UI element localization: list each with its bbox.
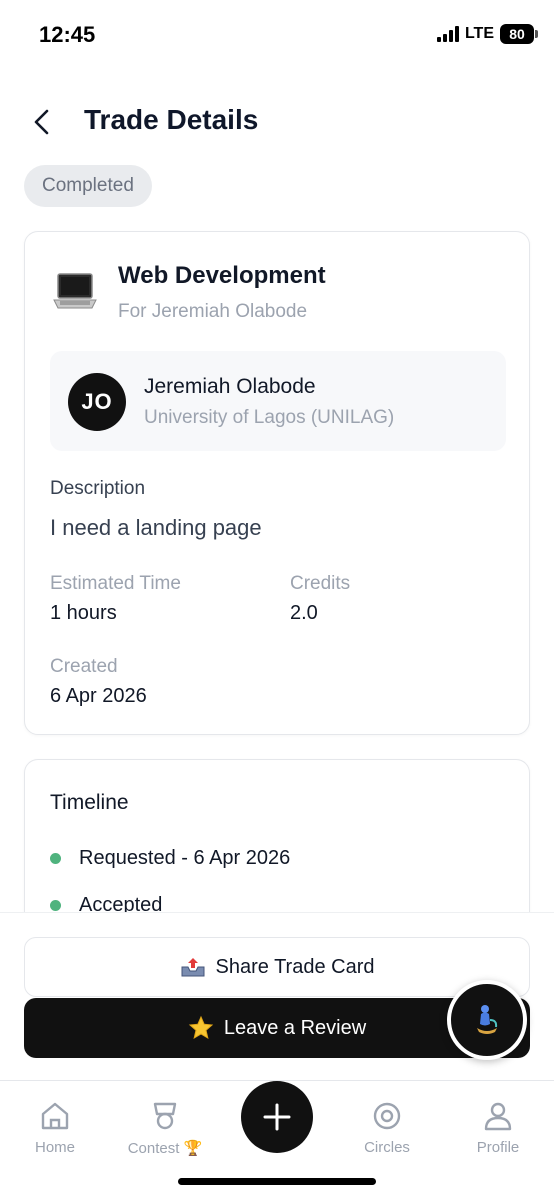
trade-details-card: Web Development For Jeremiah Olabode JO … [24, 231, 530, 735]
chevron-left-icon [34, 109, 49, 135]
target-icon [373, 1102, 401, 1130]
laptop-icon [53, 273, 97, 309]
home-indicator [178, 1178, 376, 1185]
credits-value: 2.0 [290, 602, 318, 624]
user-icon [484, 1102, 512, 1131]
share-trade-card-button[interactable]: Share Trade Card [24, 937, 530, 997]
home-icon [41, 1102, 69, 1130]
created-label: Created [50, 656, 118, 677]
status-bar: 12:45 LTE 80 [0, 0, 554, 70]
network-label: LTE [464, 25, 494, 42]
star-icon [188, 1015, 214, 1040]
estimated-time-label: Estimated Time [50, 573, 181, 594]
description-label: Description [50, 478, 146, 499]
genie-icon [477, 1005, 498, 1034]
battery-icon: 80 [500, 24, 538, 44]
tab-profile-label: Profile [476, 1139, 520, 1156]
tab-circles[interactable]: Circles [342, 1099, 432, 1156]
counterparty-card[interactable]: JO Jeremiah Olabode University of Lagos … [50, 351, 506, 451]
share-button-label: Share Trade Card [215, 955, 375, 978]
service-subtitle: For Jeremiah Olabode [118, 301, 308, 322]
timeline-item: Requested - 6 Apr 2026 [50, 847, 290, 870]
assistant-button[interactable] [447, 980, 527, 1060]
timeline-item-label: Requested - 6 Apr 2026 [79, 847, 291, 869]
description-value: I need a landing page [50, 515, 262, 540]
status-time: 12:45 [39, 22, 96, 47]
tab-home-label: Home [34, 1139, 75, 1156]
page-title: Trade Details [84, 104, 259, 135]
tab-profile[interactable]: Profile [453, 1099, 543, 1156]
create-trade-button[interactable] [241, 1081, 313, 1153]
plus-icon [263, 1103, 291, 1131]
timeline-title: Timeline [50, 791, 129, 814]
status-dot-icon [50, 853, 61, 864]
credits-label: Credits [290, 573, 351, 594]
status-badge: Completed [24, 165, 152, 207]
service-title: Web Development [118, 262, 326, 289]
created-value: 6 Apr 2026 [50, 685, 147, 707]
status-indicators: LTE 80 [436, 24, 538, 44]
tab-circles-label: Circles [364, 1139, 410, 1156]
signal-icon [436, 26, 459, 42]
review-button-label: Leave a Review [223, 1016, 367, 1039]
estimated-time-value: 1 hours [50, 602, 117, 624]
tab-home[interactable]: Home [10, 1099, 100, 1156]
tab-contest[interactable]: Contest 🏆 [120, 1099, 210, 1157]
tab-contest-label: Contest 🏆 [127, 1140, 203, 1157]
person-university: University of Lagos (UNILAG) [144, 407, 395, 428]
person-name: Jeremiah Olabode [144, 375, 316, 398]
status-dot-icon [50, 900, 61, 911]
avatar: JO [68, 373, 126, 431]
back-button[interactable] [24, 104, 60, 140]
medal-icon [153, 1102, 177, 1130]
outbox-tray-icon [181, 958, 204, 977]
